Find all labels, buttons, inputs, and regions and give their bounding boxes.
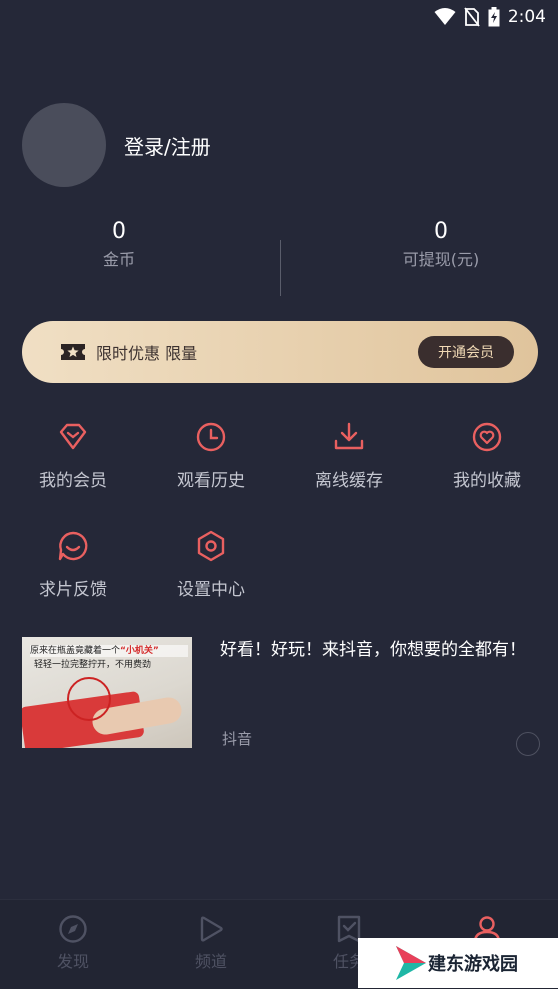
grid-item-history[interactable]: 观看历史: [151, 420, 271, 491]
avatar[interactable]: [22, 103, 106, 187]
wifi-icon: [434, 8, 456, 25]
ad-close-icon[interactable]: [516, 732, 540, 756]
thumb-caption-main: 原来在瓶盖竟藏着一个: [30, 646, 121, 656]
grid-item-feedback[interactable]: 求片反馈: [13, 529, 133, 600]
download-icon: [334, 422, 364, 450]
battery-charging-icon: [488, 7, 500, 27]
tab-discover[interactable]: 发现: [13, 914, 133, 972]
vip-promo-banner[interactable]: 限时优惠 限量 开通会员: [22, 321, 538, 383]
status-bar: 2:04: [0, 0, 558, 34]
thumb-caption-line2: 轻轻一拉完整拧开，不用费劲: [34, 660, 152, 670]
settings-hexagon-icon: [197, 530, 225, 562]
ticket-star-icon: [61, 344, 85, 360]
compass-icon: [59, 915, 87, 943]
grid-item-label: 我的会员: [39, 471, 107, 491]
grid-item-label: 离线缓存: [315, 471, 383, 491]
grid-item-label: 观看历史: [177, 471, 245, 491]
withdraw-stat[interactable]: 0 可提现(元): [341, 218, 541, 270]
tab-channel[interactable]: 频道: [151, 914, 271, 972]
heart-icon: [472, 422, 502, 452]
watermark-logo-icon: [396, 946, 426, 980]
grid-item-favorites[interactable]: 我的收藏: [427, 420, 547, 491]
grid-item-offline-cache[interactable]: 离线缓存: [289, 420, 409, 491]
withdraw-value: 0: [434, 219, 448, 244]
grid-item-membership[interactable]: 我的会员: [13, 420, 133, 491]
diamond-icon: [59, 423, 87, 450]
highlight-ring: [67, 677, 111, 721]
no-sim-icon: [464, 7, 480, 27]
coins-stat[interactable]: 0 金币: [19, 218, 219, 270]
thumb-caption-line1: 原来在瓶盖竟藏着一个“小机关”: [30, 645, 188, 657]
profile-header[interactable]: 登录/注册: [22, 103, 211, 187]
watermark-text: 建东游戏园: [428, 954, 518, 975]
clock-icon: [196, 422, 226, 452]
status-time: 2:04: [507, 7, 546, 27]
ad-card[interactable]: 原来在瓶盖竟藏着一个“小机关” 轻轻一拉完整拧开，不用费劲 好看！好玩！来抖音，…: [22, 637, 542, 756]
coins-label: 金币: [102, 250, 135, 269]
ad-thumbnail[interactable]: 原来在瓶盖竟藏着一个“小机关” 轻轻一拉完整拧开，不用费劲: [22, 637, 192, 748]
grid-item-label: 求片反馈: [39, 580, 107, 600]
stats-divider: [280, 240, 281, 296]
grid-item-settings[interactable]: 设置中心: [151, 529, 271, 600]
play-icon: [200, 916, 223, 942]
grid-item-label: 我的收藏: [453, 471, 521, 491]
ad-source: 抖音: [222, 730, 253, 748]
watermark-badge: 建东游戏园: [358, 938, 558, 988]
grid-item-label: 设置中心: [177, 580, 245, 600]
thumb-caption-highlight: “小机关”: [120, 646, 159, 656]
tab-label: 频道: [194, 952, 227, 971]
coins-value: 0: [112, 219, 126, 244]
stats-row: 0 金币 0 可提现(元): [0, 218, 558, 298]
ad-title[interactable]: 好看！好玩！来抖音，你想要的全都有！: [220, 637, 530, 663]
open-vip-button[interactable]: 开通会员: [418, 336, 514, 368]
chat-smile-icon: [58, 531, 88, 561]
withdraw-label: 可提现(元): [402, 250, 480, 269]
tab-label: 发现: [56, 952, 89, 971]
login-register-link[interactable]: 登录/注册: [124, 131, 211, 160]
vip-promo-text: 限时优惠 限量: [96, 344, 198, 363]
